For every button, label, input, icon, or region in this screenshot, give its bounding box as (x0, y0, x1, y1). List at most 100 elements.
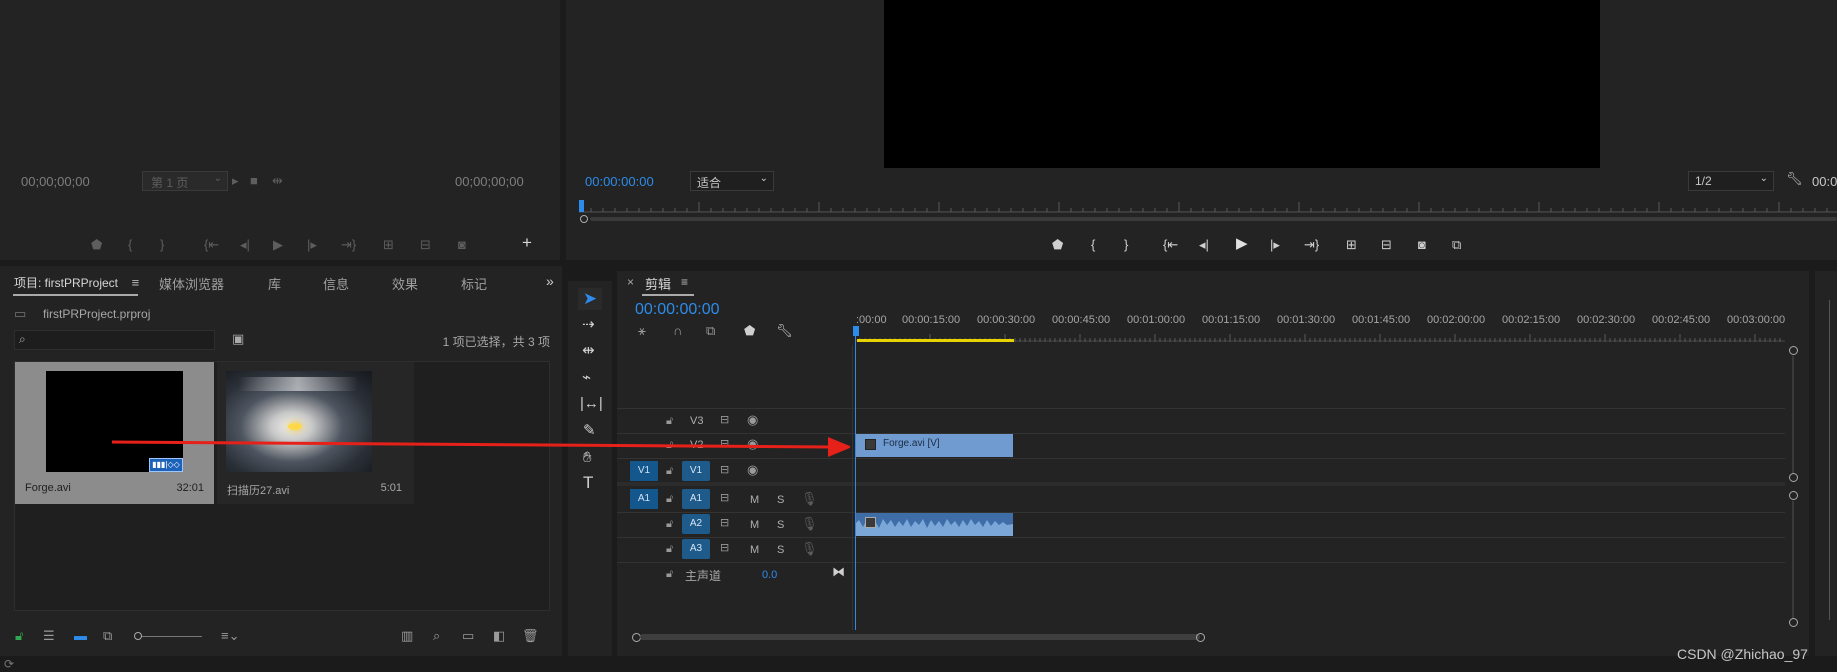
trash-icon[interactable]: 🗑︎ (522, 629, 539, 643)
new-bin-search-icon[interactable]: ▣ (232, 332, 244, 346)
timeline-timecode[interactable]: 00:00:00:00 (635, 301, 720, 319)
compare-icon[interactable]: ⧉ (1452, 238, 1461, 252)
project-search-input[interactable]: ⌕ (14, 330, 215, 350)
selection-tool-button[interactable]: ➤ (578, 288, 602, 310)
sync-lock-icon[interactable]: ⊟ (720, 516, 729, 530)
new-item-icon[interactable]: ◧ (493, 629, 505, 643)
new-bin-icon[interactable]: ▭ (462, 629, 474, 643)
timeline-hscroll-bar[interactable] (640, 634, 1200, 640)
audio-vscroll-bottom[interactable] (1789, 618, 1798, 627)
freeform-view-icon[interactable]: ⧉ (103, 629, 112, 643)
lock-icon[interactable]: 🔓︎ (666, 414, 673, 428)
zoom-slider[interactable] (134, 632, 202, 640)
lock-icon[interactable]: 🔓︎ (666, 464, 673, 478)
extract-icon[interactable]: ⊟ (1381, 238, 1392, 252)
program-timecode[interactable]: 00:00:00:00 (585, 174, 654, 189)
video-vscroll-bottom[interactable] (1789, 473, 1798, 482)
go-to-out-icon[interactable]: ⇥} (1304, 238, 1319, 252)
mark-out-icon[interactable]: } (160, 238, 164, 252)
lock-icon[interactable]: 🔓︎ (666, 492, 673, 506)
source-page-select[interactable]: 第 1 页 ⌄ (142, 171, 228, 191)
icon-view-icon[interactable]: ▬ (74, 629, 87, 643)
lock-icon[interactable]: 🔓︎ (666, 542, 673, 556)
marker-icon[interactable]: ⬟ (91, 238, 102, 252)
overwrite-icon[interactable]: ⊟ (420, 238, 431, 252)
audio-vscroll-top[interactable] (1789, 491, 1798, 500)
lock-icon[interactable]: 🔓︎ (666, 567, 673, 581)
play-icon[interactable]: ▶ (273, 238, 283, 252)
video-audio-divider[interactable] (617, 482, 1785, 486)
lock-icon[interactable]: 🔓︎ (15, 629, 23, 643)
track-target-a1[interactable]: A1 (682, 489, 710, 509)
step-back-icon[interactable]: ◂| (240, 238, 250, 252)
tab-info[interactable]: 信息 (323, 274, 349, 293)
go-to-in-icon[interactable]: {⇤ (1163, 238, 1178, 252)
play-icon[interactable]: ▶ (1236, 236, 1248, 251)
list-view-icon[interactable]: ☰ (43, 629, 55, 643)
ripple-edit-tool-icon[interactable]: ⇹ (582, 343, 595, 358)
insert-icon[interactable]: ⊞ (383, 238, 394, 252)
lift-icon[interactable]: ⊞ (1346, 238, 1357, 252)
tab-libraries[interactable]: 库 (268, 274, 281, 293)
razor-tool-icon[interactable]: ⌁ (582, 370, 591, 385)
tab-markers[interactable]: 标记 (461, 274, 487, 293)
lock-icon[interactable]: 🔓︎ (666, 517, 673, 531)
overflow-chevrons-icon[interactable]: » (546, 274, 554, 288)
track-label-v3[interactable]: V3 (690, 415, 703, 427)
mark-out-icon[interactable]: } (1124, 238, 1128, 252)
menu-icon[interactable]: ≡ (132, 275, 140, 290)
solo-button[interactable]: S (777, 519, 784, 531)
step-back-icon[interactable]: ◂| (1199, 238, 1209, 252)
sync-lock-icon[interactable]: ⊟ (720, 491, 729, 505)
camera-icon[interactable]: ◙ (1418, 238, 1426, 252)
timeline-close-icon[interactable]: × (627, 275, 634, 289)
video-clip-forge[interactable]: Forge.avi [V] (855, 434, 1013, 457)
track-target-v1[interactable]: V1 (682, 461, 710, 481)
program-zoom-handle[interactable] (580, 215, 588, 223)
tab-effects[interactable]: 效果 (392, 274, 418, 293)
sort-icon[interactable]: ≡⌄ (221, 629, 239, 643)
timeline-playhead-head[interactable] (853, 326, 859, 336)
program-time-ruler[interactable] (579, 200, 1837, 213)
stop-icon[interactable]: ■ (250, 174, 258, 188)
track-target-a3[interactable]: A3 (682, 539, 710, 559)
marker-icon[interactable]: ⬟ (1052, 238, 1063, 252)
snap-icon[interactable]: ∩ (673, 324, 682, 338)
mute-button[interactable]: M (750, 494, 759, 506)
tab-media-browser[interactable]: 媒体浏览器 (159, 274, 224, 293)
go-to-out-icon[interactable]: ⇥} (341, 238, 356, 252)
move-icon[interactable]: ⇹ (272, 174, 283, 188)
zoom-slider-handle[interactable] (134, 632, 142, 640)
solo-button[interactable]: S (777, 494, 784, 506)
microphone-icon[interactable]: 🎙︎ (801, 492, 818, 506)
wrench-icon[interactable]: 🔧︎ (1786, 172, 1803, 186)
sync-lock-icon[interactable]: ⊟ (720, 541, 729, 555)
go-to-in-icon[interactable]: {⇤ (204, 238, 219, 252)
slip-tool-icon[interactable]: |↔| (580, 396, 603, 411)
mute-button[interactable]: M (750, 544, 759, 556)
resolution-select[interactable]: 1/2 ⌄ (1688, 171, 1774, 191)
nest-toggle-icon[interactable]: ⚹ (638, 324, 646, 338)
timeline-settings-wrench-icon[interactable]: 🔧︎ (776, 324, 793, 338)
play-small-icon[interactable]: ▸ (232, 174, 239, 188)
program-playhead[interactable] (579, 200, 584, 212)
tab-project[interactable]: 项目: firstPRProject ≡ (14, 274, 139, 291)
microphone-icon[interactable]: 🎙︎ (801, 542, 818, 556)
audio-vscroll-track[interactable] (1792, 501, 1794, 619)
automate-to-sequence-icon[interactable]: ▥ (401, 629, 413, 643)
timeline-playhead-line[interactable] (855, 336, 856, 630)
track-select-tool-icon[interactable]: ⇢ (582, 317, 595, 332)
source-timecode-left[interactable]: 00;00;00;00 (21, 174, 90, 189)
add-marker-icon[interactable]: ⬟ (744, 324, 755, 338)
track-target-a2[interactable]: A2 (682, 514, 710, 534)
eye-icon[interactable]: ◉ (747, 463, 758, 477)
microphone-icon[interactable]: 🎙︎ (801, 517, 818, 531)
master-volume-value[interactable]: 0.0 (762, 569, 777, 581)
add-button-icon[interactable]: + (522, 234, 532, 251)
sync-lock-icon[interactable]: ⊟ (720, 463, 729, 477)
hscroll-right-handle[interactable] (1196, 633, 1205, 642)
step-forward-icon[interactable]: |▸ (1270, 238, 1280, 252)
source-patch-a1[interactable]: A1 (630, 489, 658, 509)
work-area-bar[interactable] (857, 339, 1014, 342)
linked-selection-icon[interactable]: ⧉ (706, 324, 715, 338)
